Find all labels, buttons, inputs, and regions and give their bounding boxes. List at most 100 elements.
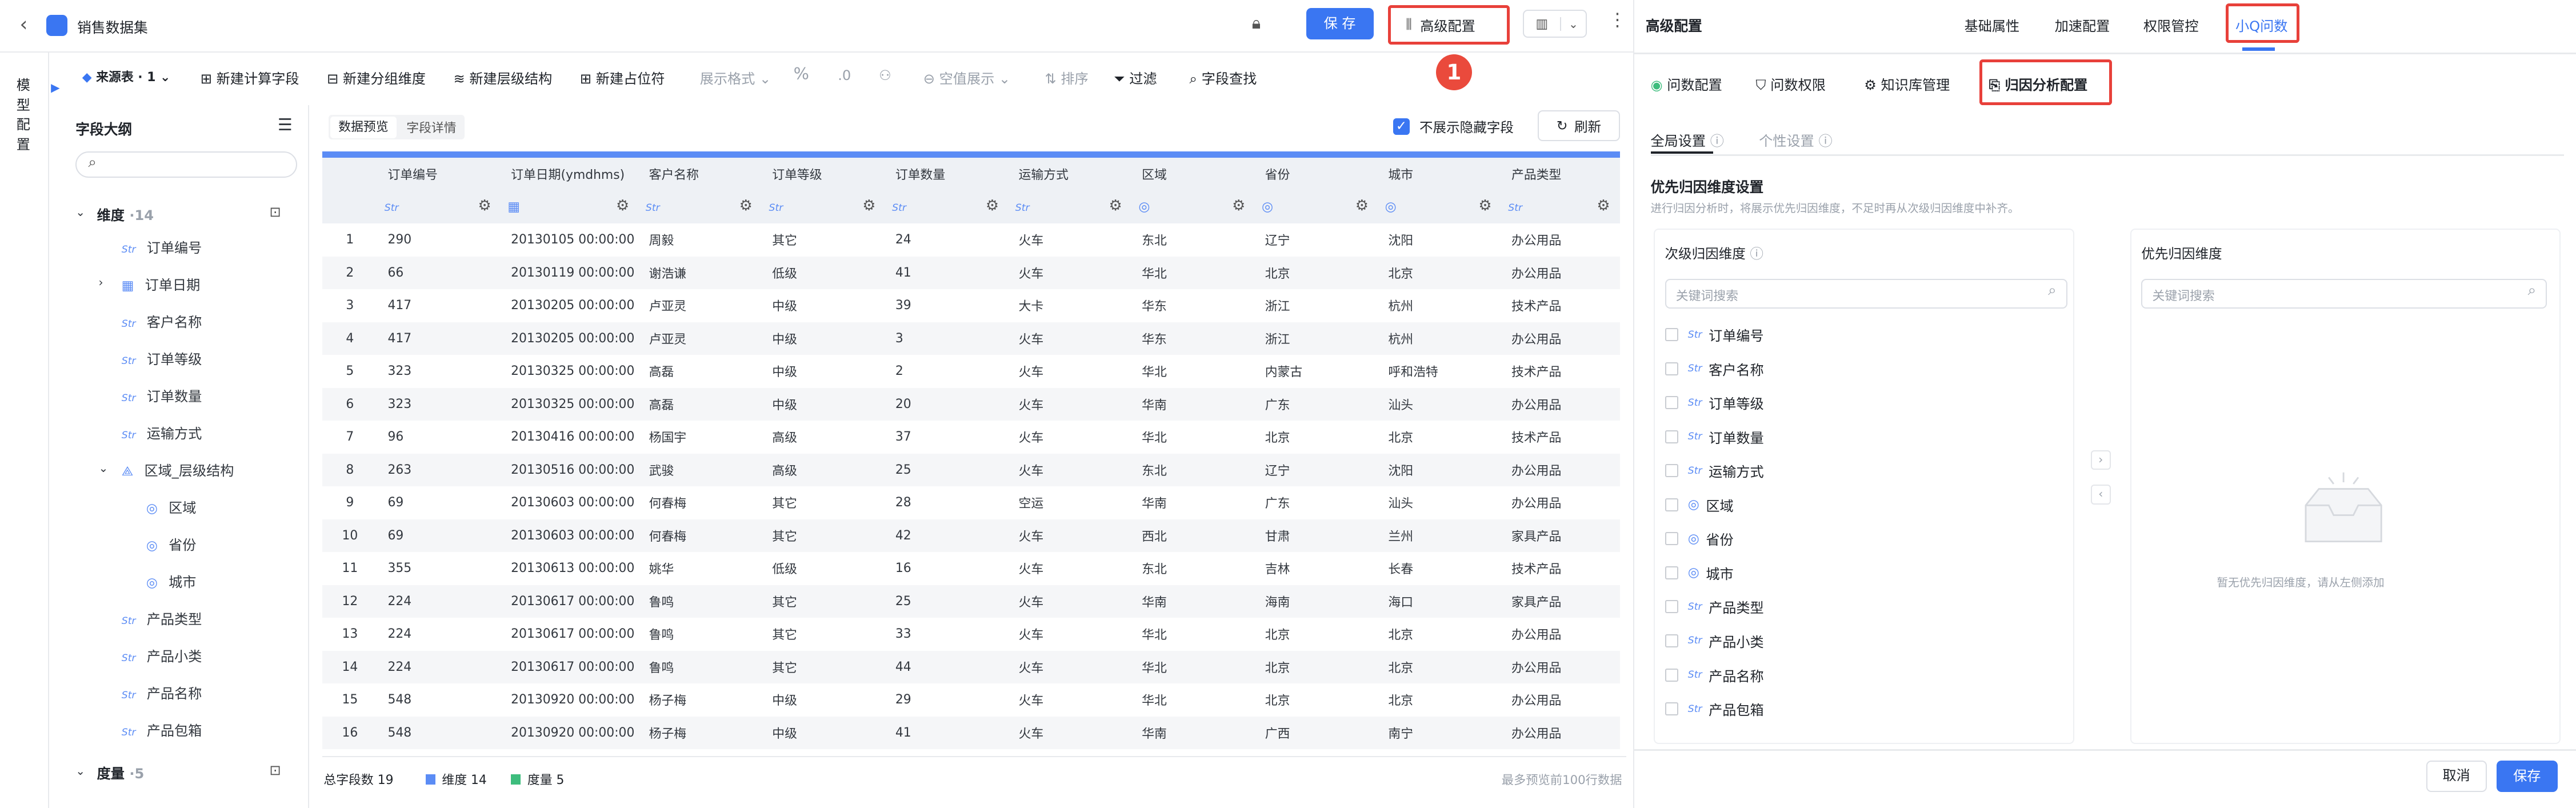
secondary-dimension-item[interactable]: Str 运输方式 — [1665, 461, 1764, 481]
chart-type-select[interactable]: ▥ ⌄ — [1523, 10, 1587, 38]
checkbox[interactable] — [1665, 362, 1678, 375]
checkbox[interactable] — [1665, 532, 1678, 546]
model-config-tab[interactable]: 模型配置 — [17, 75, 33, 154]
checkbox[interactable] — [1665, 396, 1678, 410]
outline-field-item[interactable]: Str 产品包箱 — [122, 719, 202, 739]
outline-field-item[interactable]: Str 产品类型 — [122, 608, 202, 628]
outline-field-item[interactable]: Str 订单编号 — [122, 237, 202, 257]
outline-field-item[interactable]: ◎ 区域 — [146, 497, 197, 517]
expand-icon[interactable]: ▶ — [51, 81, 59, 94]
secondary-dimension-item[interactable]: Str 订单数量 — [1665, 427, 1764, 447]
save-button[interactable]: 保 存 — [1306, 8, 1374, 39]
tab-global-settings[interactable]: 全局设置 ⓘ — [1651, 130, 1724, 150]
column-header[interactable]: 区域 — [1131, 158, 1255, 191]
outline-field-item[interactable]: Str 订单等级 — [122, 348, 202, 368]
tab-xiaoq[interactable]: 小Q问数 — [2235, 15, 2287, 35]
checkbox[interactable] — [1665, 328, 1678, 342]
cancel-button[interactable]: 取消 — [2426, 761, 2487, 792]
source-table-select[interactable]: ◆ 来源表 · 1 ⌄ — [82, 67, 171, 85]
decimal-icon[interactable]: .0 — [838, 67, 851, 83]
subtab-attribution-config[interactable]: ⎘ 归因分析配置 — [1989, 74, 2088, 94]
expanded-icon[interactable]: ⌄ — [99, 461, 109, 475]
move-left-icon[interactable]: ‹ — [2091, 485, 2111, 505]
secondary-dimension-item[interactable]: Str 产品名称 — [1665, 665, 1764, 685]
subtab-qa-config[interactable]: ◉ 问数配置 — [1651, 74, 1722, 94]
secondary-dimension-item[interactable]: Str 产品小类 — [1665, 631, 1764, 651]
dimension-collapse-icon[interactable]: ⌄ — [75, 205, 85, 219]
collapse-outline-icon[interactable]: ☰ — [278, 115, 293, 134]
subtab-qa-permission[interactable]: ⛉ 问数权限 — [1756, 74, 1826, 94]
secondary-dimension-item[interactable]: ◎ 省份 — [1665, 529, 1734, 549]
outline-field-item[interactable]: ▦ 订单日期 — [122, 274, 200, 294]
column-header[interactable]: 省份 — [1255, 158, 1379, 191]
filter-button[interactable]: ⏷ 过滤 — [1114, 67, 1157, 87]
tab-personal-settings[interactable]: 个性设置 ⓘ — [1759, 130, 1832, 150]
new-placeholder-button[interactable]: ⊞ 新建占位符 — [580, 67, 665, 87]
column-header[interactable]: 订单数量 — [885, 158, 1009, 191]
outline-field-item[interactable]: ⟁ 区域_层级结构 — [122, 459, 234, 479]
add-dimension-icon[interactable]: ⊡ — [270, 204, 281, 220]
panel-save-button[interactable]: 保存 — [2497, 761, 2558, 792]
column-header[interactable]: 订单编号 — [378, 158, 501, 191]
secondary-dimension-item[interactable]: Str 产品类型 — [1665, 597, 1764, 617]
checkbox[interactable] — [1665, 430, 1678, 443]
column-header[interactable]: 城市 — [1378, 158, 1502, 191]
outline-field-item[interactable]: Str 客户名称 — [122, 311, 202, 331]
gear-icon[interactable]: ⚙︎ — [1232, 197, 1245, 214]
refresh-button[interactable]: ↻ 刷新 — [1538, 110, 1620, 142]
add-measure-icon[interactable]: ⊡ — [270, 762, 281, 778]
more-icon[interactable]: ⋮ — [1609, 10, 1627, 30]
column-header[interactable]: 订单日期(ymdhms) — [501, 158, 639, 191]
gear-icon[interactable]: ⚙︎ — [1478, 197, 1491, 214]
tab-field-detail[interactable]: 字段详情 — [398, 118, 465, 136]
tab-basic-attributes[interactable]: 基础属性 — [1965, 15, 2020, 35]
expand-icon[interactable]: › — [99, 275, 103, 289]
checkbox[interactable] — [1665, 566, 1678, 579]
percent-icon[interactable]: % — [794, 64, 809, 83]
gear-icon[interactable]: ⚙︎ — [1597, 197, 1610, 214]
checkbox[interactable] — [1665, 498, 1678, 511]
back-icon[interactable]: ‹ — [20, 13, 28, 36]
checkbox[interactable] — [1665, 464, 1678, 478]
secondary-search-input[interactable]: 关键词搜索 ⌕ — [1665, 278, 2067, 309]
column-header[interactable]: 订单等级 — [762, 158, 886, 191]
null-display-button[interactable]: ⊖ 空值展示 ⌄ — [923, 67, 1010, 87]
secondary-dimension-item[interactable]: Str 订单编号 — [1665, 325, 1764, 345]
outline-search-input[interactable]: ⌕ — [75, 151, 298, 178]
outline-field-item[interactable]: ◎ 城市 — [146, 571, 197, 591]
column-header[interactable]: 运输方式 — [1009, 158, 1132, 191]
outline-field-item[interactable]: Str 订单数量 — [122, 385, 202, 405]
measure-collapse-icon[interactable]: ⌄ — [75, 764, 85, 778]
gear-icon[interactable]: ⚙︎ — [862, 197, 875, 214]
outline-field-item[interactable]: Str 产品小类 — [122, 645, 202, 665]
secondary-dimension-item[interactable]: ◎ 区域 — [1665, 495, 1734, 515]
lock-icon[interactable]: 🔒︎ — [1252, 13, 1261, 33]
hide-fields-toggle[interactable]: ✓ 不展示隐藏字段 — [1393, 117, 1514, 136]
checkbox[interactable] — [1665, 668, 1678, 682]
secondary-dimension-item[interactable]: Str 客户名称 — [1665, 359, 1764, 379]
primary-search-input[interactable]: 关键词搜索 ⌕ — [2141, 278, 2547, 309]
secondary-dimension-item[interactable]: ◎ 城市 — [1665, 563, 1734, 583]
display-format-button[interactable]: 展示格式 ⌄ — [700, 67, 771, 87]
checkbox[interactable] — [1665, 600, 1678, 614]
gear-icon[interactable]: ⚙︎ — [1109, 197, 1122, 214]
tab-data-preview[interactable]: 数据预览 — [330, 117, 397, 138]
tab-acceleration[interactable]: 加速配置 — [2055, 15, 2110, 35]
new-hierarchy-button[interactable]: ≋ 新建层级结构 — [454, 67, 553, 87]
new-calc-field-button[interactable]: ⊞ 新建计算字段 — [201, 67, 299, 87]
checkbox[interactable] — [1665, 634, 1678, 647]
gear-icon[interactable]: ⚙︎ — [986, 197, 999, 214]
column-header[interactable]: 客户名称 — [639, 158, 762, 191]
outline-field-item[interactable]: ◎ 省份 — [146, 534, 197, 554]
people-icon[interactable]: ⚇ — [879, 67, 891, 83]
gear-icon[interactable]: ⚙︎ — [478, 197, 491, 214]
gear-icon[interactable]: ⚙︎ — [1355, 197, 1369, 214]
column-header[interactable]: 产品类型 — [1501, 158, 1620, 191]
outline-field-item[interactable]: Str 产品名称 — [122, 682, 202, 702]
sort-button[interactable]: ⇅ 排序 — [1045, 67, 1089, 87]
new-group-dim-button[interactable]: ⊟ 新建分组维度 — [327, 67, 426, 87]
secondary-dimension-item[interactable]: Str 产品包箱 — [1665, 699, 1764, 719]
move-right-icon[interactable]: › — [2091, 450, 2111, 470]
advanced-config-button[interactable]: ⫼ 高级配置 — [1388, 5, 1510, 45]
gear-icon[interactable]: ⚙︎ — [739, 197, 753, 214]
